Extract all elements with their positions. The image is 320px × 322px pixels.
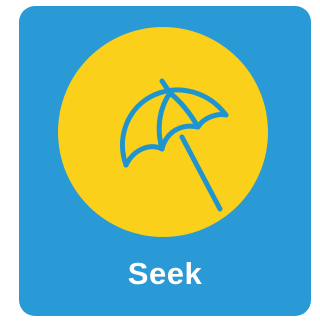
icon-circle <box>58 27 268 237</box>
tile-label: Seek <box>127 256 203 291</box>
seek-tile[interactable]: Seek <box>19 6 311 316</box>
beach-umbrella-icon <box>120 78 229 212</box>
